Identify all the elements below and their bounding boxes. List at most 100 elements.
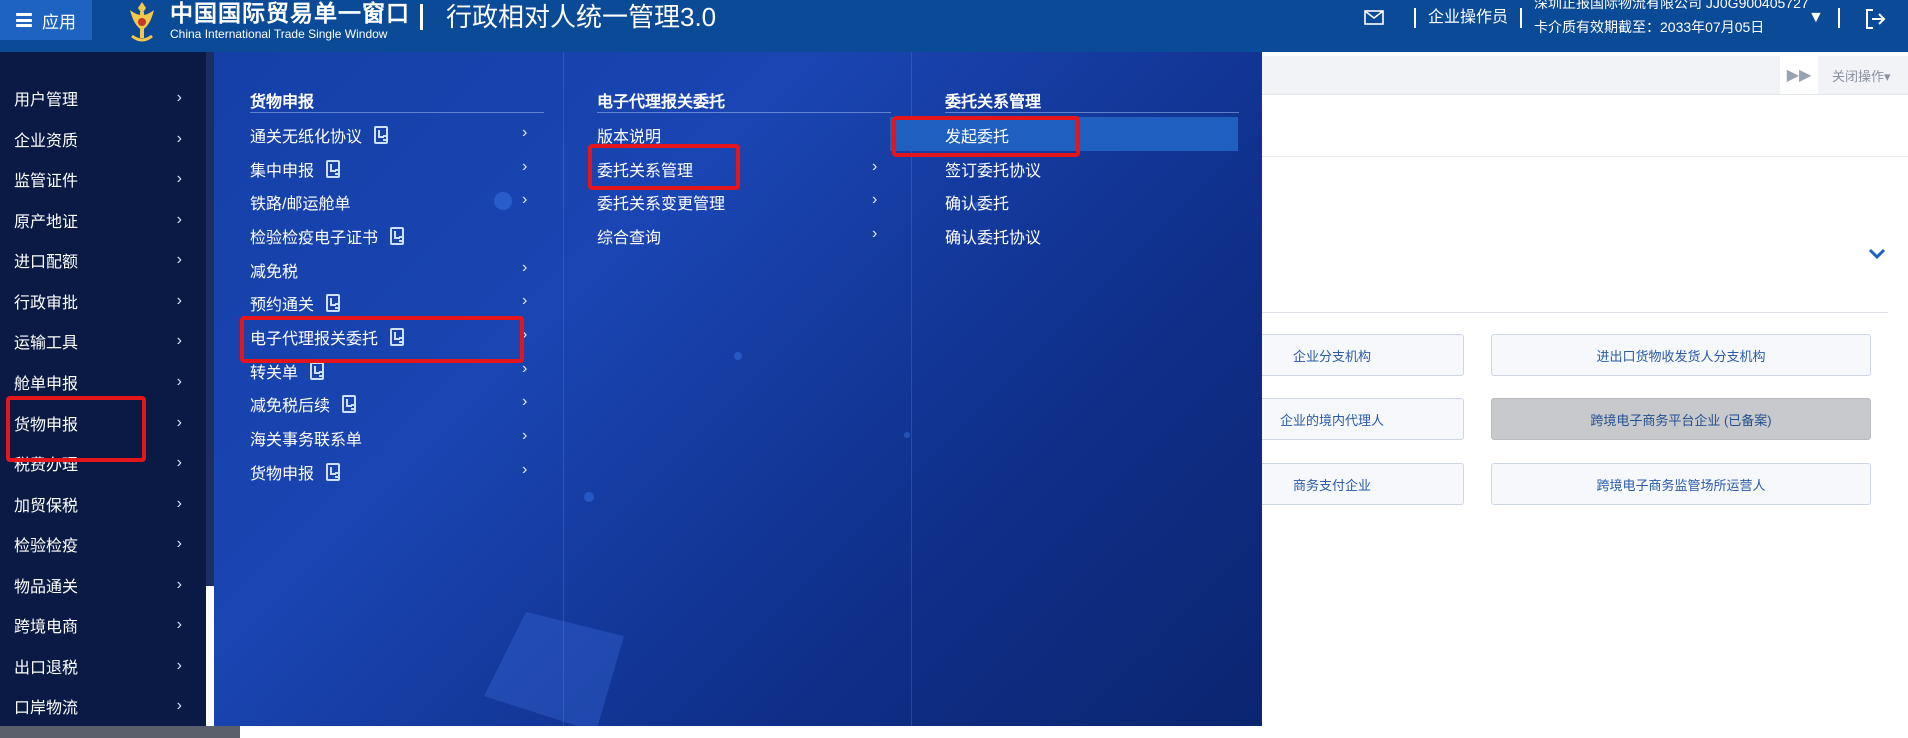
menu-item[interactable]: 减免税后续 bbox=[250, 389, 357, 419]
sidebar-scrollbar[interactable] bbox=[206, 52, 214, 586]
hamburger-icon bbox=[16, 13, 32, 27]
chevron-right-icon: › bbox=[176, 535, 182, 552]
chevron-right-icon: › bbox=[522, 191, 528, 208]
brand-name-cn: 中国国际贸易单一窗口 bbox=[170, 0, 410, 26]
chevron-right-icon: › bbox=[522, 393, 528, 410]
column-divider bbox=[563, 52, 564, 726]
top-header: 应用 中国国际贸易单一窗口 China International Trade … bbox=[0, 0, 1908, 52]
menu-col1-title: 货物申报 bbox=[250, 94, 315, 111]
divider bbox=[1262, 156, 1908, 157]
tab-forward-icon[interactable]: ▶▶ bbox=[1780, 56, 1818, 94]
menu-item[interactable]: 预约通关 bbox=[250, 288, 341, 318]
decor-dot bbox=[734, 352, 742, 360]
chevron-right-icon: › bbox=[522, 461, 528, 478]
close-operations-button[interactable]: 关闭操作▾ bbox=[1832, 66, 1891, 85]
header-divider bbox=[420, 4, 423, 30]
menu-item[interactable]: 海关事务联系单 bbox=[250, 423, 362, 453]
chevron-right-icon: › bbox=[176, 89, 182, 106]
chevron-right-icon: › bbox=[176, 697, 182, 714]
chevron-right-icon: › bbox=[522, 360, 528, 377]
menu-item[interactable]: 铁路/邮运舱单 bbox=[250, 187, 350, 217]
chevron-right-icon: › bbox=[176, 414, 182, 431]
chevron-right-icon: › bbox=[522, 259, 528, 276]
sidebar-footer-bar bbox=[0, 726, 240, 738]
menu-item[interactable]: 确认委托 bbox=[945, 187, 1009, 217]
menu-item[interactable]: 综合查询 bbox=[597, 221, 661, 251]
system-title: 行政相对人统一管理3.0 bbox=[446, 2, 717, 32]
annotation-box bbox=[240, 316, 524, 363]
annotation-box bbox=[6, 396, 146, 462]
document-icon bbox=[326, 463, 341, 481]
menu-item[interactable]: 委托关系变更管理 bbox=[597, 187, 725, 217]
chevron-right-icon: › bbox=[872, 225, 878, 242]
sidebar-item[interactable]: 检验检疫 › bbox=[0, 527, 196, 561]
divider bbox=[945, 112, 1239, 113]
sidebar-item[interactable]: 用户管理 › bbox=[0, 81, 196, 115]
chevron-right-icon: › bbox=[522, 292, 528, 309]
divider bbox=[1262, 312, 1888, 313]
app-menu-label: 应用 bbox=[42, 12, 76, 32]
decor-shape bbox=[484, 612, 624, 726]
document-icon bbox=[374, 126, 389, 144]
menu-item[interactable]: 集中申报 bbox=[250, 154, 341, 184]
menu-item[interactable]: 签订委托协议 bbox=[945, 154, 1041, 184]
menu-col2-title: 电子代理报关委托 bbox=[597, 94, 726, 111]
chevron-right-icon: › bbox=[176, 170, 182, 187]
divider bbox=[250, 112, 544, 113]
sidebar-item[interactable]: 口岸物流 › bbox=[0, 689, 196, 723]
chevron-right-icon: › bbox=[522, 124, 528, 141]
sidebar-item[interactable]: 出口退税 › bbox=[0, 649, 196, 683]
chevron-right-icon: › bbox=[176, 495, 182, 512]
document-icon bbox=[342, 395, 357, 413]
menu-item[interactable]: 通关无纸化协议 bbox=[250, 120, 389, 150]
chevron-right-icon: › bbox=[176, 616, 182, 633]
chevron-right-icon: › bbox=[176, 657, 182, 674]
brand-name-en: China International Trade Single Window bbox=[170, 27, 388, 41]
logout-icon[interactable] bbox=[1864, 8, 1886, 30]
menu-item[interactable]: 货物申报 bbox=[250, 457, 341, 487]
sidebar-item[interactable]: 进口配额 › bbox=[0, 243, 196, 277]
decor-dot bbox=[584, 492, 594, 502]
decor-dot bbox=[904, 432, 910, 438]
org-type-card-selected[interactable]: 跨境电子商务平台企业 (已备案) bbox=[1491, 398, 1871, 440]
chevron-right-icon: › bbox=[176, 576, 182, 593]
sidebar-item[interactable]: 监管证件 › bbox=[0, 162, 196, 196]
customs-emblem-icon bbox=[130, 2, 154, 42]
sidebar-item[interactable]: 运输工具 › bbox=[0, 324, 196, 358]
org-type-card[interactable]: 跨境电子商务监管场所运营人 bbox=[1491, 463, 1871, 505]
chevron-right-icon: › bbox=[176, 454, 182, 471]
menu-item[interactable]: 减免税 bbox=[250, 255, 298, 285]
menu-item[interactable]: 确认委托协议 bbox=[945, 221, 1041, 251]
document-icon bbox=[326, 160, 341, 178]
sidebar-item[interactable]: 加贸保税 › bbox=[0, 487, 196, 521]
app-menu-button[interactable]: 应用 bbox=[0, 0, 92, 40]
sidebar-item[interactable]: 跨境电商 › bbox=[0, 608, 196, 642]
chevron-right-icon: › bbox=[176, 211, 182, 228]
chevron-right-icon: › bbox=[176, 332, 182, 349]
chevron-right-icon: › bbox=[176, 130, 182, 147]
chevron-right-icon: › bbox=[176, 251, 182, 268]
chevron-right-icon: › bbox=[872, 158, 878, 175]
org-type-card[interactable]: 进出口货物收发货人分支机构 bbox=[1491, 334, 1871, 376]
menu-item[interactable]: 检验检疫电子证书 bbox=[250, 221, 405, 251]
document-icon bbox=[310, 362, 325, 380]
sidebar-item[interactable]: 企业资质 › bbox=[0, 122, 196, 156]
mail-icon[interactable] bbox=[1364, 10, 1384, 25]
company-name: 深圳正报国际物流有限公司 JJ0G900405727 bbox=[1534, 0, 1809, 11]
document-icon bbox=[326, 294, 341, 312]
chevron-down-icon[interactable] bbox=[1868, 248, 1886, 260]
decor-dot bbox=[494, 192, 512, 210]
chevron-right-icon: › bbox=[176, 292, 182, 309]
annotation-box bbox=[588, 144, 740, 190]
divider bbox=[597, 112, 891, 113]
user-role: 企业操作员 bbox=[1428, 9, 1509, 26]
sidebar-item[interactable]: 舱单申报 › bbox=[0, 365, 196, 399]
sidebar-item[interactable]: 原产地证 › bbox=[0, 203, 196, 237]
sidebar-item[interactable]: 行政审批 › bbox=[0, 284, 196, 318]
header-divider bbox=[1520, 8, 1522, 28]
chevron-right-icon: › bbox=[522, 427, 528, 444]
user-dropdown-caret-icon[interactable]: ▼ bbox=[1808, 9, 1824, 27]
card-validity: 卡介质有效期截至：2033年07月05日 bbox=[1534, 19, 1765, 35]
sidebar-item[interactable]: 物品通关 › bbox=[0, 568, 196, 602]
annotation-box bbox=[892, 116, 1080, 157]
